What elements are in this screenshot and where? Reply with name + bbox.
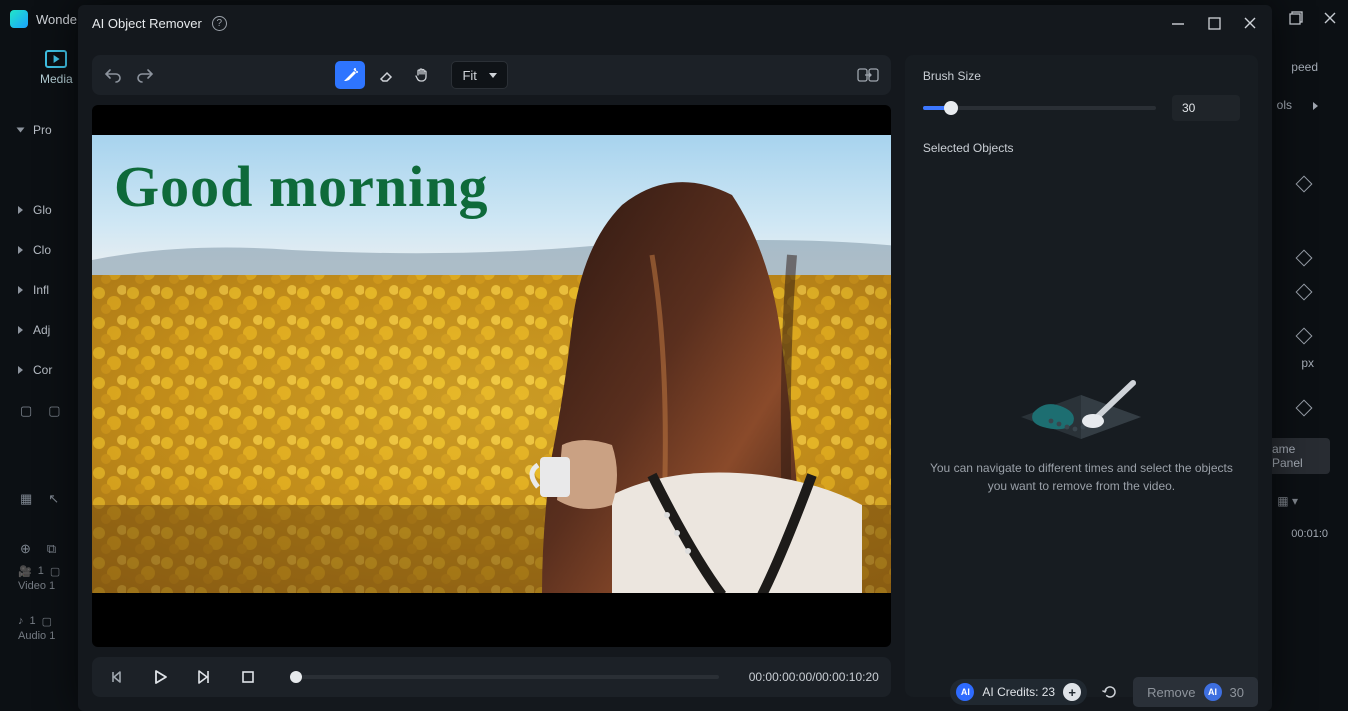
app-title: Wonde <box>36 12 77 27</box>
tab-tools[interactable]: ols <box>1277 98 1292 112</box>
chevron-right-icon <box>18 326 23 334</box>
preview-canvas[interactable]: Good morning <box>92 105 891 647</box>
add-icon[interactable]: ⊕ <box>20 541 31 557</box>
camera-icon: 🎥 <box>18 565 32 578</box>
window-minimize-icon[interactable] <box>1170 15 1186 31</box>
keyframe-panel-button[interactable]: ame Panel <box>1264 438 1330 474</box>
link-icon[interactable]: ⧉ <box>47 541 56 557</box>
window-close-icon[interactable] <box>1242 15 1258 31</box>
track-video[interactable]: 🎥1▢ Video 1 <box>18 559 60 597</box>
selected-objects-empty: You can navigate to different times and … <box>923 167 1240 683</box>
zoom-select[interactable]: Fit <box>451 61 507 89</box>
prev-frame-button[interactable] <box>104 665 128 689</box>
window-restore-icon[interactable] <box>1286 8 1306 28</box>
app-logo <box>10 10 28 28</box>
empty-illustration-icon <box>1001 355 1161 445</box>
sidebar-item[interactable]: Cor <box>18 350 78 390</box>
size-unit: px <box>1301 356 1314 370</box>
remove-cost: 30 <box>1230 685 1244 700</box>
chevron-down-icon <box>489 73 497 78</box>
selected-objects-label: Selected Objects <box>923 141 1240 155</box>
media-icon <box>45 50 67 68</box>
tab-speed[interactable]: peed <box>1291 60 1318 74</box>
cursor-icon[interactable]: ↖ <box>48 491 59 507</box>
brush-size-label: Brush Size <box>923 69 1240 83</box>
chevron-down-icon <box>17 128 25 133</box>
scrubber-thumb[interactable] <box>290 671 302 683</box>
eraser-tool-button[interactable] <box>371 61 401 89</box>
chevron-right-icon[interactable] <box>1313 102 1318 110</box>
remove-button[interactable]: Remove AI 30 <box>1133 677 1258 707</box>
compare-icon[interactable] <box>857 66 879 84</box>
tab-media[interactable]: Media <box>40 50 73 86</box>
sidebar-item[interactable]: Infl <box>18 270 78 310</box>
ai-badge-icon: AI <box>1204 683 1222 701</box>
refresh-icon[interactable] <box>1101 683 1119 701</box>
music-icon: ♪ <box>18 615 24 627</box>
chevron-right-icon <box>18 246 23 254</box>
pan-tool-button[interactable] <box>407 61 437 89</box>
view-grid-icon[interactable]: ▦ ▾ <box>1277 494 1298 508</box>
keyframe-diamond-icon[interactable] <box>1296 400 1313 417</box>
dialog-title: AI Object Remover <box>92 16 202 31</box>
folder-icon: ▢ <box>50 565 60 578</box>
redo-icon[interactable] <box>136 67 154 83</box>
grid-icon[interactable]: ▦ <box>20 491 32 507</box>
chevron-right-icon <box>18 286 23 294</box>
next-frame-button[interactable] <box>192 665 216 689</box>
sidebar-item[interactable]: Pro <box>18 110 78 150</box>
window-close-icon[interactable] <box>1320 8 1340 28</box>
chevron-right-icon <box>18 206 23 214</box>
chevron-right-icon <box>18 366 23 374</box>
preview-toolbar: Fit <box>92 55 891 95</box>
sidebar-item[interactable]: Glo <box>18 190 78 230</box>
remove-button-label: Remove <box>1147 685 1195 700</box>
ai-credits-label: AI Credits: 23 <box>982 685 1055 699</box>
add-credits-icon[interactable]: + <box>1063 683 1081 701</box>
tab-media-label: Media <box>40 72 73 86</box>
stop-button[interactable] <box>236 665 260 689</box>
brush-size-value[interactable]: 30 <box>1172 95 1240 121</box>
time-display: 00:00:00:00/00:00:10:20 <box>749 670 879 684</box>
timeline-timecode: 00:01:0 <box>1291 528 1328 540</box>
folder-icon[interactable]: ▢ <box>48 403 60 419</box>
window-maximize-icon[interactable] <box>1206 15 1222 31</box>
folder-icon: ▢ <box>42 615 52 628</box>
ai-object-remover-dialog: AI Object Remover ? <box>78 5 1272 711</box>
undo-icon[interactable] <box>104 67 122 83</box>
zoom-value: Fit <box>462 68 476 83</box>
help-icon[interactable]: ? <box>212 16 227 31</box>
keyframe-diamond-icon[interactable] <box>1296 284 1313 301</box>
track-video-label: Video 1 <box>18 580 60 592</box>
play-button[interactable] <box>148 665 172 689</box>
ai-credits[interactable]: AI AI Credits: 23 + <box>950 679 1087 705</box>
track-audio-label: Audio 1 <box>18 630 60 642</box>
folder-plus-icon[interactable]: ▢ <box>20 403 32 419</box>
keyframe-diamond-icon[interactable] <box>1296 176 1313 193</box>
track-audio[interactable]: ♪1▢ Audio 1 <box>18 609 60 647</box>
brush-size-slider[interactable] <box>923 106 1156 110</box>
playback-bar: 00:00:00:00/00:00:10:20 <box>92 657 891 697</box>
scrubber[interactable] <box>290 675 719 679</box>
brush-tool-button[interactable] <box>335 61 365 89</box>
keyframe-diamond-icon[interactable] <box>1296 328 1313 345</box>
slider-thumb[interactable] <box>944 101 958 115</box>
ai-badge-icon: AI <box>956 683 974 701</box>
keyframe-diamond-icon[interactable] <box>1296 250 1313 267</box>
preview-overlay-text: Good morning <box>114 153 489 220</box>
sidebar-item[interactable]: Adj <box>18 310 78 350</box>
sidebar-item[interactable]: Clo <box>18 230 78 270</box>
